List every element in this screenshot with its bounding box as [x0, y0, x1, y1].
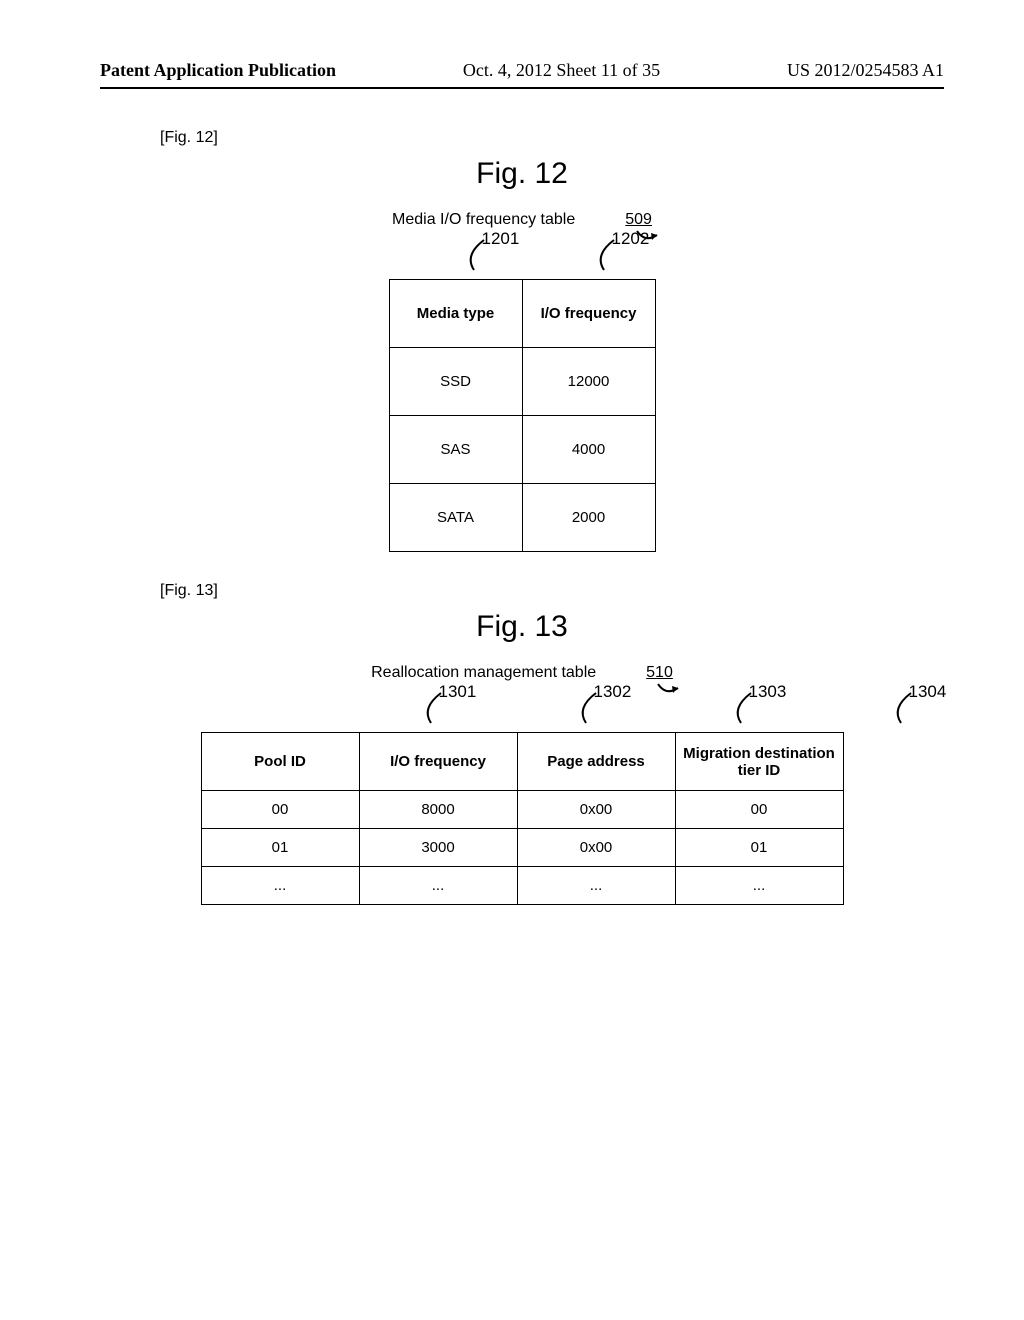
table-row: SAS 4000 [389, 416, 655, 484]
cell: 12000 [522, 348, 655, 416]
fig13-table-ref: 510 [646, 664, 673, 682]
table-row: SATA 2000 [389, 484, 655, 552]
cell: 8000 [359, 791, 517, 829]
fig12-column-callouts: 1201 1202 [389, 239, 656, 279]
fig12-table-label: Media I/O frequency table [392, 211, 575, 229]
table-row: SSD 12000 [389, 348, 655, 416]
cell: 0x00 [517, 829, 675, 867]
fig13-table-label-row: Reallocation management table 510 [100, 664, 944, 682]
fig13-table-ref-text: 510 [646, 664, 673, 681]
page-header: Patent Application Publication Oct. 4, 2… [100, 60, 944, 81]
fig13-column-callouts: 1301 1302 1303 1304 [201, 692, 844, 732]
table-header-row: Pool ID I/O frequency Page address Migra… [201, 733, 843, 791]
callout-1202-text: 1202 [612, 229, 650, 249]
fig13-table: Pool ID I/O frequency Page address Migra… [201, 732, 844, 905]
fig13-table-label: Reallocation management table [371, 664, 596, 682]
fig12-table-ref-text: 509 [625, 211, 652, 228]
cell: 2000 [522, 484, 655, 552]
header-right: US 2012/0254583 A1 [787, 60, 944, 81]
cell: SSD [389, 348, 522, 416]
cell: ... [201, 867, 359, 905]
callout-1302: 1302 [546, 688, 626, 728]
fig12-reference: [Fig. 12] [160, 129, 944, 147]
header-divider [100, 87, 944, 89]
cell: 00 [201, 791, 359, 829]
header-left: Patent Application Publication [100, 60, 336, 81]
callout-1301-text: 1301 [439, 682, 477, 702]
cell: ... [517, 867, 675, 905]
fig13-title: Fig. 13 [100, 610, 944, 644]
cell: 0x00 [517, 791, 675, 829]
callout-1201: 1201 [434, 235, 514, 275]
fig13-header-migration-tier: Migration destination tier ID [675, 733, 843, 791]
callout-1304-text: 1304 [909, 682, 947, 702]
table-header-row: Media type I/O frequency [389, 280, 655, 348]
fig13-header-page-address: Page address [517, 733, 675, 791]
callout-1304: 1304 [861, 688, 941, 728]
table-row: ... ... ... ... [201, 867, 843, 905]
fig13-reference: [Fig. 13] [160, 582, 944, 600]
cell: 01 [675, 829, 843, 867]
cell: SAS [389, 416, 522, 484]
fig13-header-pool-id: Pool ID [201, 733, 359, 791]
fig12-table: Media type I/O frequency SSD 12000 SAS 4… [389, 279, 656, 552]
cell: 4000 [522, 416, 655, 484]
callout-1302-text: 1302 [594, 682, 632, 702]
fig12-header-media-type: Media type [389, 280, 522, 348]
callout-1303-text: 1303 [749, 682, 787, 702]
callout-1303: 1303 [701, 688, 781, 728]
cell: ... [675, 867, 843, 905]
cell: ... [359, 867, 517, 905]
table-row: 01 3000 0x00 01 [201, 829, 843, 867]
fig12-table-label-row: Media I/O frequency table 509 [100, 211, 944, 229]
cell: 00 [675, 791, 843, 829]
callout-1201-text: 1201 [482, 229, 520, 249]
fig12-header-io-frequency: I/O frequency [522, 280, 655, 348]
header-center: Oct. 4, 2012 Sheet 11 of 35 [463, 60, 660, 81]
cell: 3000 [359, 829, 517, 867]
fig13-header-io-frequency: I/O frequency [359, 733, 517, 791]
callout-1301: 1301 [391, 688, 471, 728]
callout-1202: 1202 [564, 235, 644, 275]
table-row: 00 8000 0x00 00 [201, 791, 843, 829]
cell: 01 [201, 829, 359, 867]
cell: SATA [389, 484, 522, 552]
fig12-table-ref: 509 [625, 211, 652, 229]
fig12-title: Fig. 12 [100, 157, 944, 191]
